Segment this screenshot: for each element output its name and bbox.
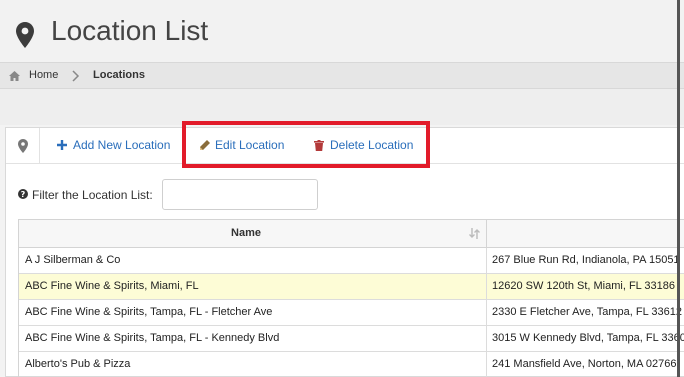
add-location-label: Add New Location [73,138,171,152]
cell-address: 241 Mansfield Ave, Norton, MA 02766 [492,358,677,370]
chevron-right-icon [72,70,80,82]
filter-label-text: Filter the Location List: [32,188,153,202]
table-header: Name [19,220,684,248]
filter-input[interactable] [162,179,318,210]
table-row[interactable]: ABC Fine Wine & Spirits, Miami, FL 12620… [19,274,684,300]
cell-address: 2330 E Fletcher Ave, Tampa, FL 33612 [492,306,682,318]
breadcrumb-current: Locations [93,69,145,81]
table-row[interactable]: ABC Fine Wine & Spirits, Tampa, FL - Fle… [19,300,684,326]
cell-name: ABC Fine Wine & Spirits, Tampa, FL - Ken… [25,332,280,344]
svg-text:?: ? [21,190,26,199]
home-icon [9,71,20,81]
location-table: Name A J Silberman & Co 267 Blue Run Rd,… [18,219,684,377]
callout-highlight-box [182,121,430,168]
cell-address: 3015 W Kennedy Blvd, Tampa, FL 33609 [492,332,684,344]
window-edge-line [677,0,680,377]
page-title: Location List [51,15,209,46]
cell-address: 267 Blue Run Rd, Indianola, PA 15051 [492,254,680,266]
sort-icon[interactable] [469,228,481,239]
page-header: Location List [0,0,684,62]
breadcrumb-home-link[interactable]: Home [29,69,58,81]
map-marker-icon [18,139,28,153]
map-marker-icon [16,22,34,48]
cell-name: Alberto's Pub & Pizza [25,358,131,370]
cell-name: ABC Fine Wine & Spirits, Tampa, FL - Fle… [25,306,273,318]
table-row[interactable]: A J Silberman & Co 267 Blue Run Rd, Indi… [19,248,684,274]
table-row[interactable]: Alberto's Pub & Pizza 241 Mansfield Ave,… [19,352,684,377]
toolbar-spacer [0,89,684,125]
cell-address: 12620 SW 120th St, Miami, FL 33186 [492,280,676,292]
column-header-name-label: Name [231,227,261,239]
table-row[interactable]: ABC Fine Wine & Spirits, Tampa, FL - Ken… [19,326,684,352]
plus-icon [57,140,67,150]
toolbar-pin-tab[interactable] [6,128,40,164]
question-circle-icon: ? [18,189,28,199]
breadcrumb: Home Locations [0,62,684,89]
column-header-name[interactable]: Name [19,220,487,248]
cell-name: ABC Fine Wine & Spirits, Miami, FL [25,280,199,292]
cell-name: A J Silberman & Co [25,254,121,266]
add-location-button[interactable]: Add New Location [57,138,182,154]
